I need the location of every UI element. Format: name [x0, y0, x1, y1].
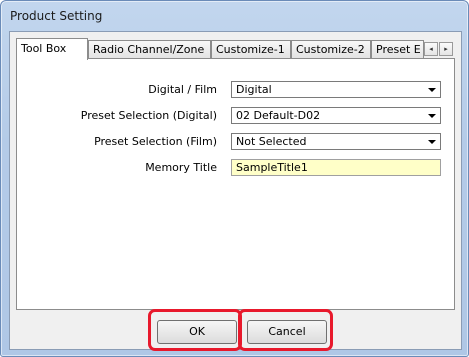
memory-title-value: SampleTitle1: [236, 161, 308, 174]
tab-scroll-right-icon[interactable]: ▸: [439, 42, 453, 56]
tool-box-page: Digital / Film Digital Preset Selection …: [16, 58, 455, 310]
ok-button-highlight: [148, 309, 242, 351]
digital-film-label: Digital / Film: [148, 83, 217, 96]
digital-film-dropdown[interactable]: Digital: [231, 81, 441, 98]
chevron-down-icon: [428, 114, 436, 118]
dialog-title: Product Setting: [10, 9, 103, 23]
tab-tool-box[interactable]: Tool Box: [16, 38, 88, 60]
tab-preset-e[interactable]: Preset E: [371, 40, 424, 58]
memory-title-label: Memory Title: [145, 161, 217, 174]
dialog-client-area: Tool Box Radio Channel/Zone Customize-1 …: [9, 31, 462, 350]
row-preset-film: Preset Selection (Film) Not Selected: [17, 133, 454, 151]
tab-radio-channel-zone[interactable]: Radio Channel/Zone: [88, 40, 211, 58]
row-memory-title: Memory Title SampleTitle1: [17, 159, 454, 177]
preset-digital-value: 02 Default-D02: [236, 109, 321, 122]
row-digital-film: Digital / Film Digital: [17, 81, 454, 99]
tab-customize-2[interactable]: Customize-2: [291, 40, 371, 58]
tab-scroll-left-icon[interactable]: ◂: [424, 42, 438, 56]
tab-strip: Tool Box Radio Channel/Zone Customize-1 …: [16, 38, 454, 60]
row-preset-digital: Preset Selection (Digital) 02 Default-D0…: [17, 107, 454, 125]
cancel-button-highlight: [238, 309, 333, 351]
preset-digital-dropdown[interactable]: 02 Default-D02: [231, 107, 441, 124]
memory-title-input[interactable]: SampleTitle1: [231, 159, 441, 176]
preset-film-dropdown[interactable]: Not Selected: [231, 133, 441, 150]
chevron-down-icon: [428, 88, 436, 92]
tab-customize-1[interactable]: Customize-1: [211, 40, 291, 58]
preset-film-value: Not Selected: [236, 135, 307, 148]
preset-film-label: Preset Selection (Film): [94, 135, 217, 148]
digital-film-value: Digital: [236, 83, 272, 96]
preset-digital-label: Preset Selection (Digital): [80, 109, 217, 122]
chevron-down-icon: [428, 140, 436, 144]
product-setting-dialog: Product Setting Tool Box Radio Channel/Z…: [0, 0, 469, 357]
